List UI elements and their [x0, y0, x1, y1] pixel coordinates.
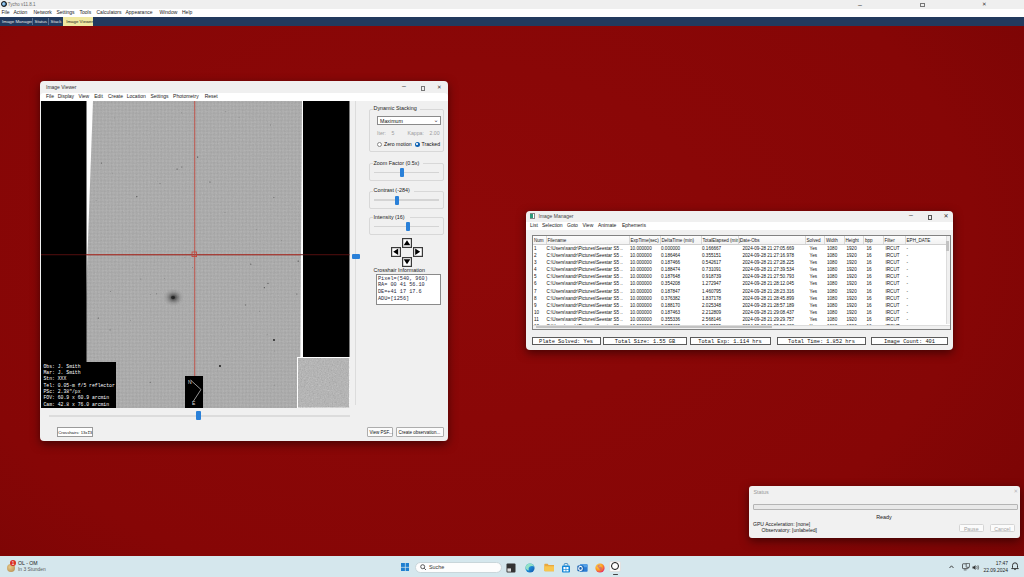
svg-text:N: N	[188, 378, 192, 384]
